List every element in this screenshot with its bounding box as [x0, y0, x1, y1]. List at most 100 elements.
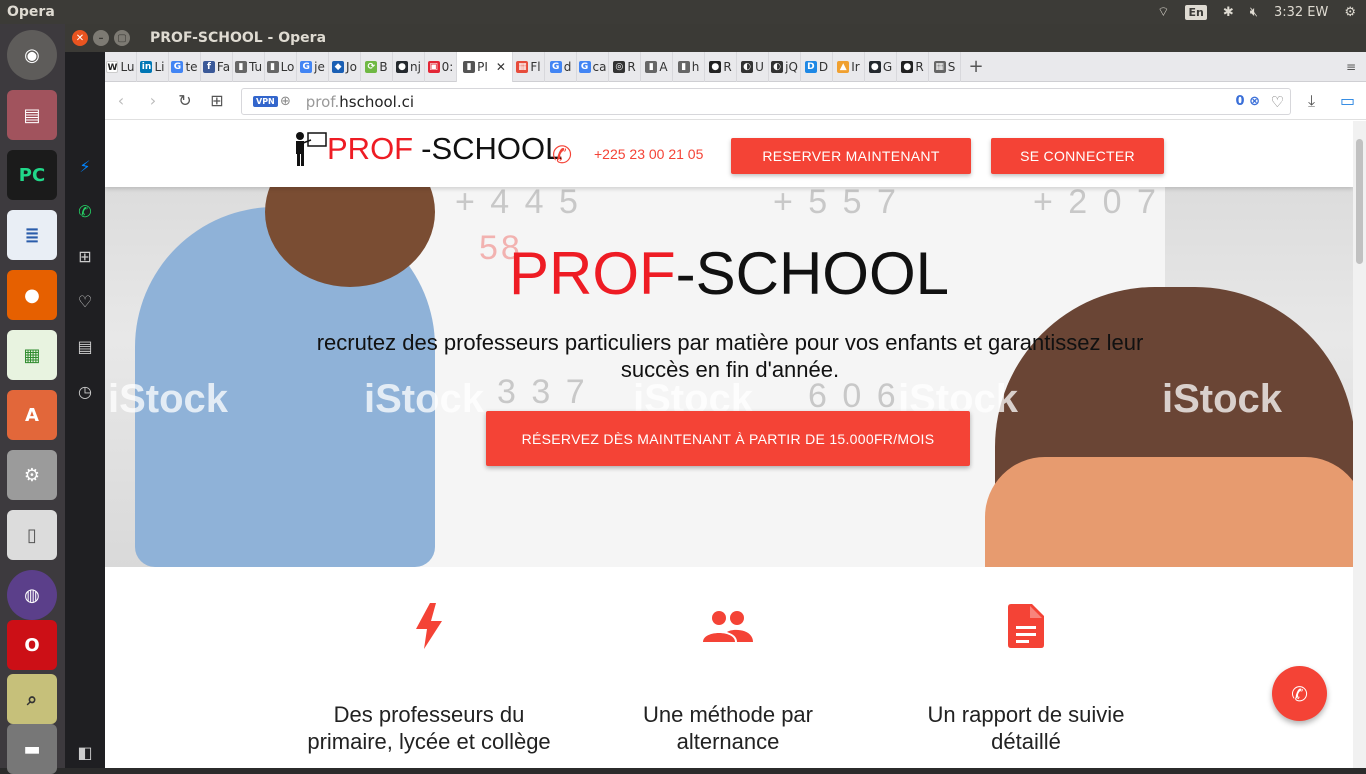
- browser-tab[interactable]: ▦ Fl: [513, 51, 545, 82]
- tab-label: Tu: [248, 59, 263, 74]
- feature-text: Des professeurs du primaire, lycée et co…: [307, 702, 551, 754]
- forward-button[interactable]: ›: [137, 91, 169, 110]
- bluetooth-icon[interactable]: ✱: [1223, 5, 1234, 20]
- browser-tab[interactable]: ▮ h: [673, 51, 705, 82]
- browser-tab[interactable]: ◐ jQ: [769, 51, 801, 82]
- browser-tab[interactable]: ⟳ B: [361, 51, 393, 82]
- tab-favicon-icon: ▮: [645, 60, 658, 73]
- tab-favicon-icon: G: [578, 60, 591, 73]
- watermark: iStock: [108, 377, 229, 421]
- sidebar-toggle-icon[interactable]: ◧: [73, 740, 97, 764]
- minimize-window-button[interactable]: –: [93, 30, 109, 46]
- site-header: PROF -SCHOOL ✆ +225 23 00 21 05 RESERVER…: [105, 121, 1353, 187]
- close-tab-icon[interactable]: ✕: [496, 60, 506, 74]
- browser-tab[interactable]: Gd: [545, 51, 577, 82]
- browser-tab[interactable]: W Lu: [105, 51, 137, 82]
- whatsapp-icon[interactable]: ✆: [73, 199, 97, 223]
- browser-tab[interactable]: f Fa: [201, 51, 233, 82]
- history-clock-icon[interactable]: ◷: [73, 379, 97, 403]
- gear-icon[interactable]: ⚙: [1344, 5, 1356, 20]
- file-cabinet-icon[interactable]: ▤: [7, 90, 57, 140]
- image-viewer-icon[interactable]: ⌕: [7, 674, 57, 724]
- new-tab-button[interactable]: +: [961, 56, 991, 77]
- browser-tab[interactable]: Gte: [169, 51, 201, 82]
- clock[interactable]: 3:32 EW: [1274, 5, 1328, 20]
- speed-dial-icon[interactable]: ⊞: [73, 244, 97, 268]
- tab-favicon-icon: W: [106, 60, 119, 73]
- browser-tab[interactable]: ◐ U: [737, 51, 769, 82]
- tab-label: R: [915, 59, 924, 74]
- tab-favicon-icon: ▮: [266, 60, 279, 73]
- keyboard-language-indicator[interactable]: En: [1185, 4, 1207, 20]
- browser-tab[interactable]: ● R: [705, 51, 737, 82]
- browser-tab[interactable]: ▮ PI ✕: [457, 51, 513, 82]
- eclipse-icon[interactable]: ◍: [7, 570, 57, 620]
- browser-tab[interactable]: ▮ Lo: [265, 51, 297, 82]
- url-field[interactable]: VPN ⊕ prof.hschool.ci 0 ⊗ ♡: [241, 88, 1291, 115]
- browser-tab[interactable]: in Li: [137, 51, 169, 82]
- disk-icon[interactable]: ▬: [7, 724, 57, 774]
- phone-number[interactable]: +225 23 00 21 05: [594, 146, 703, 162]
- feature-text: Une méthode par alternance: [643, 702, 813, 754]
- volume-muted-icon[interactable]: 🔇︎: [1250, 5, 1258, 20]
- tab-label: Li: [154, 59, 165, 74]
- login-button[interactable]: SE CONNECTER: [991, 138, 1164, 174]
- calc-icon[interactable]: ▦: [7, 330, 57, 380]
- browser-tab[interactable]: DD: [801, 51, 833, 82]
- browser-tab[interactable]: ◎ R: [609, 51, 641, 82]
- system-settings-icon[interactable]: ⚙: [7, 450, 57, 500]
- board-number: + 2 0 7: [1033, 187, 1159, 221]
- watermark: iStock: [364, 377, 485, 421]
- url-text[interactable]: prof.hschool.ci: [306, 93, 414, 111]
- tab-menu-icon[interactable]: ≡: [1336, 60, 1366, 74]
- writer-icon[interactable]: ≣: [7, 210, 57, 260]
- watermark: iStock: [1162, 377, 1283, 421]
- firefox-icon[interactable]: ●: [7, 270, 57, 320]
- hero-reserve-button[interactable]: RÉSERVEZ DÈS MAINTENANT À PARTIR DE 15.0…: [486, 411, 970, 466]
- browser-tab[interactable]: ▮ Tu: [233, 51, 265, 82]
- browser-tab[interactable]: ▮ A: [641, 51, 673, 82]
- tab-label: Ir: [851, 59, 860, 74]
- adblock-count: 0: [1235, 94, 1245, 109]
- vpn-badge[interactable]: VPN: [253, 96, 278, 107]
- globe-icon[interactable]: ⊕: [280, 94, 291, 109]
- reload-button[interactable]: ↻: [169, 91, 201, 110]
- page-scrollbar[interactable]: [1353, 121, 1366, 768]
- browser-tab[interactable]: ▣ 0:: [425, 51, 457, 82]
- maximize-window-button[interactable]: ▢: [114, 30, 130, 46]
- browser-tab[interactable]: ◆ Jo: [329, 51, 361, 82]
- ubuntu-dash-icon[interactable]: ◉: [7, 30, 57, 80]
- browser-tab[interactable]: ▦ S: [929, 51, 961, 82]
- tab-favicon-icon: D: [804, 60, 817, 73]
- browser-tab[interactable]: Gca: [577, 51, 609, 82]
- unity-launcher: ◉ ▤ PC ≣ ● ▦ A ⚙ ▯ ◍ O ⌕ ▬: [0, 24, 65, 774]
- heart-icon[interactable]: ♡: [73, 289, 97, 313]
- browser-tab[interactable]: ● G: [865, 51, 897, 82]
- feature-method: Une méthode par alternance: [598, 601, 858, 755]
- pycharm-icon[interactable]: PC: [7, 150, 57, 200]
- opera-icon[interactable]: O: [7, 620, 57, 670]
- hero-tagline: recrutez des professeurs particuliers pa…: [316, 330, 1144, 382]
- download-icon[interactable]: ⤓: [1308, 91, 1315, 111]
- scrollbar-thumb[interactable]: [1356, 139, 1363, 264]
- bookmark-heart-icon[interactable]: ♡: [1271, 93, 1284, 111]
- back-button[interactable]: ‹: [105, 91, 137, 110]
- document-viewer-icon[interactable]: ▯: [7, 510, 57, 560]
- adblock-counter[interactable]: 0 ⊗: [1236, 94, 1260, 109]
- news-icon[interactable]: ▤: [73, 334, 97, 358]
- floating-call-button[interactable]: ✆: [1272, 666, 1327, 721]
- close-window-button[interactable]: ✕: [72, 30, 88, 46]
- tab-favicon-icon: ◐: [741, 60, 754, 73]
- software-center-icon[interactable]: A: [7, 390, 57, 440]
- browser-tab[interactable]: Gje: [297, 51, 329, 82]
- tab-overview-button[interactable]: ⊞: [201, 91, 233, 110]
- browser-tab[interactable]: ● nj: [393, 51, 425, 82]
- browser-tab[interactable]: ▲ Ir: [833, 51, 865, 82]
- messenger-icon[interactable]: ⚡: [73, 154, 97, 178]
- reserve-now-button[interactable]: RESERVER MAINTENANT: [731, 138, 971, 174]
- battery-saver-icon[interactable]: ▭: [1340, 91, 1355, 110]
- browser-tab[interactable]: ● R: [897, 51, 929, 82]
- tab-favicon-icon: f: [202, 60, 215, 73]
- wifi-icon[interactable]: ⌔: [1157, 4, 1169, 20]
- site-logo[interactable]: PROF -SCHOOL: [293, 131, 562, 167]
